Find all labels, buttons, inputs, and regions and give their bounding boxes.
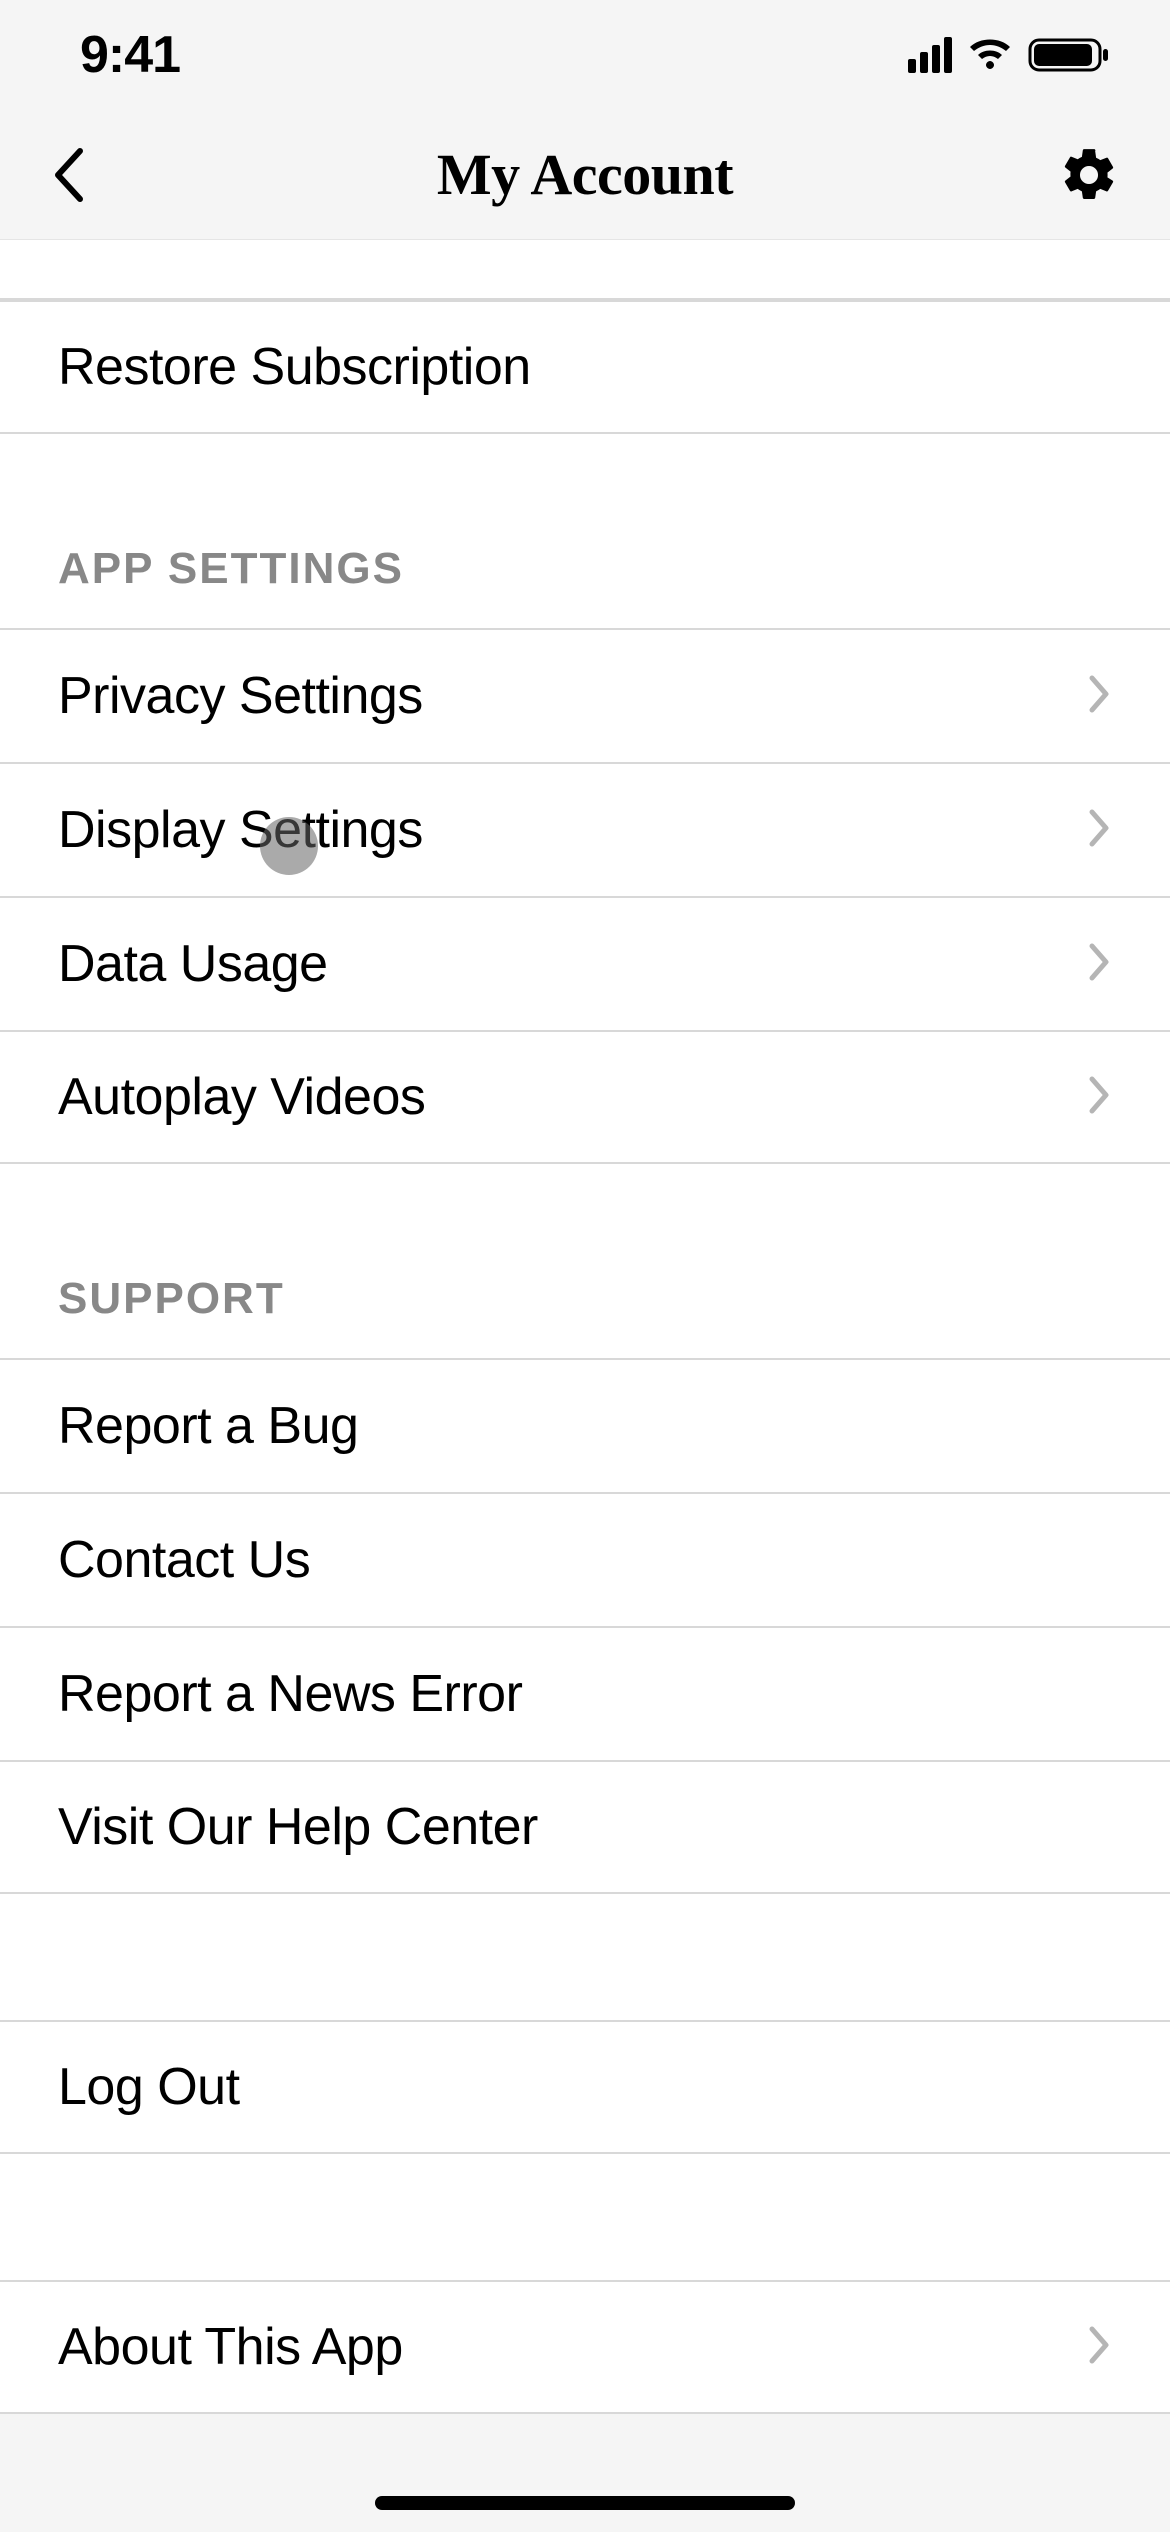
chevron-right-icon: [1086, 1075, 1112, 1120]
row-label: Report a Bug: [58, 1396, 358, 1456]
chevron-right-icon: [1086, 674, 1112, 719]
home-indicator: [375, 2496, 795, 2510]
row-label: Contact Us: [58, 1530, 310, 1590]
row-label: Data Usage: [58, 934, 328, 994]
status-indicators: [908, 36, 1110, 74]
chevron-right-icon: [1086, 942, 1112, 987]
section-gap: [0, 2154, 1170, 2280]
row-label: Privacy Settings: [58, 666, 423, 726]
section-header-app-settings: APP SETTINGS: [0, 434, 1170, 628]
section-header-support: SUPPORT: [0, 1164, 1170, 1358]
chevron-right-icon: [1086, 2325, 1112, 2370]
chevron-left-icon: [50, 145, 90, 205]
row-label: Autoplay Videos: [58, 1067, 425, 1127]
row-label: Visit Our Help Center: [58, 1797, 538, 1857]
row-label: Restore Subscription: [58, 337, 531, 397]
data-usage-row[interactable]: Data Usage: [0, 896, 1170, 1030]
row-label: Report a News Error: [58, 1664, 522, 1724]
status-time: 9:41: [80, 25, 180, 85]
report-bug-row[interactable]: Report a Bug: [0, 1358, 1170, 1492]
gear-icon: [1058, 144, 1120, 206]
back-button[interactable]: [50, 140, 120, 210]
display-settings-row[interactable]: Display Settings: [0, 762, 1170, 896]
row-label: Display Settings: [58, 800, 423, 860]
help-center-row[interactable]: Visit Our Help Center: [0, 1760, 1170, 1894]
contact-us-row[interactable]: Contact Us: [0, 1492, 1170, 1626]
section-gap: [0, 1894, 1170, 2020]
scroll-spacer-top: [0, 240, 1170, 300]
autoplay-videos-row[interactable]: Autoplay Videos: [0, 1030, 1170, 1164]
wifi-icon: [966, 37, 1014, 73]
restore-subscription-row[interactable]: Restore Subscription: [0, 300, 1170, 434]
chevron-right-icon: [1086, 808, 1112, 853]
settings-button[interactable]: [1050, 140, 1120, 210]
battery-icon: [1028, 36, 1110, 74]
page-title: My Account: [437, 141, 733, 208]
nav-header: My Account: [0, 110, 1170, 240]
status-bar: 9:41: [0, 0, 1170, 110]
cellular-signal-icon: [908, 37, 952, 73]
report-news-error-row[interactable]: Report a News Error: [0, 1626, 1170, 1760]
privacy-settings-row[interactable]: Privacy Settings: [0, 628, 1170, 762]
about-app-row[interactable]: About This App: [0, 2280, 1170, 2414]
row-label: About This App: [58, 2317, 403, 2377]
row-label: Log Out: [58, 2057, 240, 2117]
log-out-row[interactable]: Log Out: [0, 2020, 1170, 2154]
